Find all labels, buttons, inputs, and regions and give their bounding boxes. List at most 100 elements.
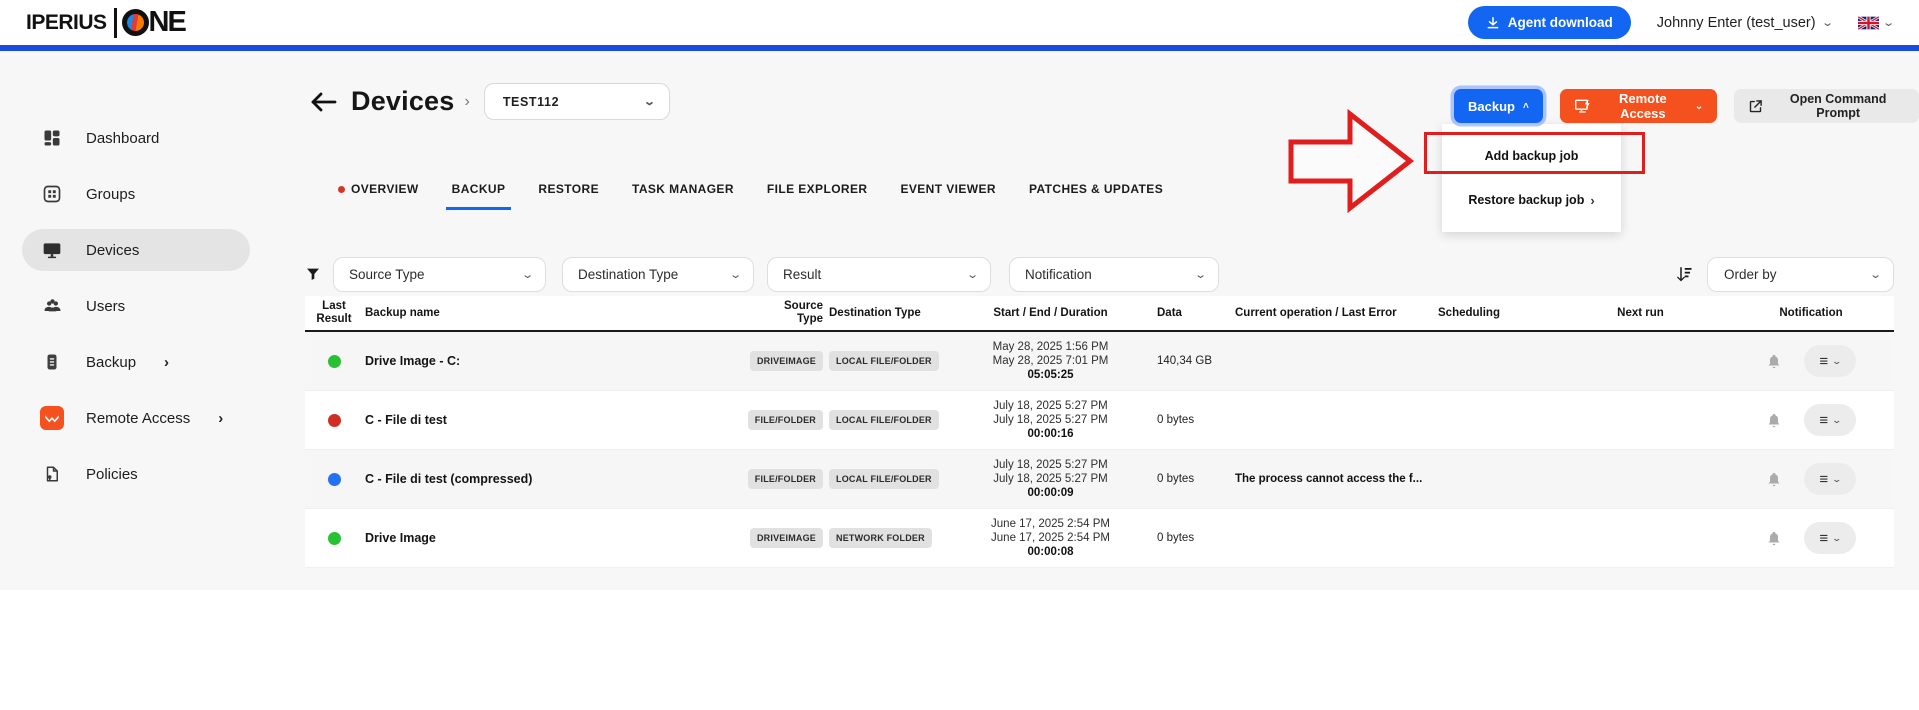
result-filter[interactable]: Result ⌄: [767, 257, 991, 292]
app-header: IPERIUS NE Agent download Johnny Enter (…: [0, 0, 1919, 45]
bell-icon[interactable]: [1766, 530, 1782, 547]
tab-event-viewer[interactable]: EVENT VIEWER: [900, 182, 995, 210]
sidebar-item-label: Groups: [86, 186, 135, 203]
status-dot: [328, 414, 341, 427]
col-last-result: LastResult: [305, 300, 363, 326]
chevron-down-icon: ⌄: [1832, 474, 1843, 485]
chevron-down-icon: ⌄: [1832, 533, 1843, 544]
bell-icon[interactable]: [1766, 471, 1782, 488]
tab-task-manager[interactable]: TASK MANAGER: [632, 182, 734, 210]
source-type-badge: FILE/FOLDER: [748, 410, 823, 430]
source-type-filter[interactable]: Source Type ⌄: [333, 257, 546, 292]
sidebar-item-label: Policies: [86, 466, 138, 483]
data-size: 140,34 GB: [1143, 355, 1233, 367]
tab-restore[interactable]: RESTORE: [538, 182, 599, 210]
row-actions-menu-button[interactable]: ≡ ⌄: [1804, 522, 1856, 554]
backup-dropdown-menu: Add backup job Restore backup job ›: [1442, 124, 1621, 232]
table-row[interactable]: C - File di test (compressed) FILE/FOLDE…: [305, 450, 1894, 509]
back-arrow-icon[interactable]: [310, 91, 337, 113]
bell-icon[interactable]: [1766, 353, 1782, 370]
tab-file-explorer[interactable]: FILE EXPLORER: [767, 182, 868, 210]
data-size: 0 bytes: [1143, 414, 1233, 426]
chevron-up-icon: ˄: [1523, 101, 1529, 112]
notification-filter[interactable]: Notification ⌄: [1009, 257, 1219, 292]
source-type-badge: DRIVEIMAGE: [750, 528, 823, 548]
destination-type-badge: LOCAL FILE/FOLDER: [829, 410, 939, 430]
uk-flag-icon: [1858, 16, 1879, 30]
destination-type-filter[interactable]: Destination Type ⌄: [562, 257, 754, 292]
device-select[interactable]: TEST112 ⌄: [484, 83, 670, 120]
order-by-select[interactable]: Order by ⌄: [1707, 257, 1894, 292]
agent-download-button[interactable]: Agent download: [1468, 6, 1631, 39]
dashboard-icon: [40, 126, 64, 150]
language-menu[interactable]: ⌄: [1858, 16, 1893, 30]
table-row[interactable]: Drive Image - C: DRIVEIMAGE LOCAL FILE/F…: [305, 332, 1894, 391]
start-end-duration: July 18, 2025 5:27 PMJuly 18, 2025 5:27 …: [958, 399, 1143, 441]
hamburger-icon: ≡: [1819, 413, 1828, 428]
col-next-run: Next run: [1553, 307, 1728, 319]
col-source-type: SourceType: [663, 300, 823, 326]
destination-type-badge: LOCAL FILE/FOLDER: [829, 351, 939, 371]
col-start-end-duration: Start / End / Duration: [958, 307, 1143, 319]
chevron-down-icon: ⌄: [1882, 16, 1895, 29]
users-icon: [40, 294, 64, 318]
sidebar-item-groups[interactable]: Groups: [22, 173, 250, 215]
page-title: Devices: [351, 86, 454, 117]
backup-button[interactable]: Backup ˄: [1454, 89, 1543, 123]
sidebar-item-users[interactable]: Users: [22, 285, 250, 327]
chevron-down-icon: ⌄: [1821, 16, 1834, 29]
sidebar-item-label: Users: [86, 298, 125, 315]
chevron-right-icon: ›: [218, 410, 223, 427]
download-icon: [1486, 16, 1500, 30]
tab-overview[interactable]: OVERVIEW: [338, 182, 419, 210]
header-accent-bar: [0, 45, 1919, 51]
filter-funnel-icon: [305, 266, 321, 282]
hamburger-icon: ≡: [1819, 531, 1828, 546]
tab-patches-updates[interactable]: PATCHES & UPDATES: [1029, 182, 1163, 210]
groups-icon: [40, 182, 64, 206]
backup-name: Drive Image: [365, 531, 436, 545]
breadcrumb-separator: ›: [464, 93, 469, 111]
sidebar-item-label: Remote Access: [86, 410, 190, 427]
chevron-right-icon: ›: [164, 354, 169, 371]
devices-icon: [40, 238, 64, 262]
source-type-badge: FILE/FOLDER: [748, 469, 823, 489]
sidebar-item-devices[interactable]: Devices: [22, 229, 250, 271]
overview-alert-dot: [338, 186, 345, 193]
open-command-prompt-button[interactable]: Open Command Prompt: [1734, 89, 1919, 123]
user-menu[interactable]: Johnny Enter (test_user) ⌄: [1657, 15, 1832, 31]
external-link-icon: [1748, 99, 1763, 114]
tab-backup[interactable]: BACKUP: [452, 182, 506, 210]
col-data: Data: [1143, 307, 1233, 319]
sort-descending-icon[interactable]: [1675, 265, 1693, 283]
destination-type-badge: LOCAL FILE/FOLDER: [829, 469, 939, 489]
row-actions-menu-button[interactable]: ≡ ⌄: [1804, 345, 1856, 377]
sidebar-item-dashboard[interactable]: Dashboard: [22, 117, 250, 159]
backup-name: C - File di test: [365, 413, 447, 427]
source-type-badge: DRIVEIMAGE: [750, 351, 823, 371]
logo-text-iperius: IPERIUS: [26, 11, 107, 35]
sidebar-item-policies[interactable]: Policies: [22, 453, 250, 495]
hamburger-icon: ≡: [1819, 472, 1828, 487]
row-actions-menu-button[interactable]: ≡ ⌄: [1804, 404, 1856, 436]
remote-access-button[interactable]: Remote Access ⌄: [1560, 89, 1717, 123]
chevron-down-icon: ⌄: [643, 95, 657, 108]
logo-text-ne: NE: [149, 6, 185, 39]
col-scheduling: Scheduling: [1438, 307, 1553, 319]
menu-item-restore-backup-job[interactable]: Restore backup job ›: [1442, 178, 1621, 222]
data-size: 0 bytes: [1143, 473, 1233, 485]
status-dot: [328, 355, 341, 368]
chevron-right-icon: ›: [1590, 193, 1594, 208]
menu-item-add-backup-job[interactable]: Add backup job: [1442, 134, 1621, 178]
chevron-down-icon: ⌄: [729, 268, 742, 281]
sidebar-item-backup[interactable]: Backup ›: [22, 341, 250, 383]
col-current-operation: Current operation / Last Error: [1233, 307, 1438, 319]
chevron-down-icon: ⌄: [1832, 356, 1843, 367]
row-actions-menu-button[interactable]: ≡ ⌄: [1804, 463, 1856, 495]
status-dot: [328, 532, 341, 545]
sidebar-item-remote-access[interactable]: Remote Access ›: [22, 397, 250, 439]
col-destination-type: Destination Type: [823, 307, 958, 319]
table-row[interactable]: C - File di test FILE/FOLDER LOCAL FILE/…: [305, 391, 1894, 450]
bell-icon[interactable]: [1766, 412, 1782, 429]
table-row[interactable]: Drive Image DRIVEIMAGE NETWORK FOLDER Ju…: [305, 509, 1894, 568]
